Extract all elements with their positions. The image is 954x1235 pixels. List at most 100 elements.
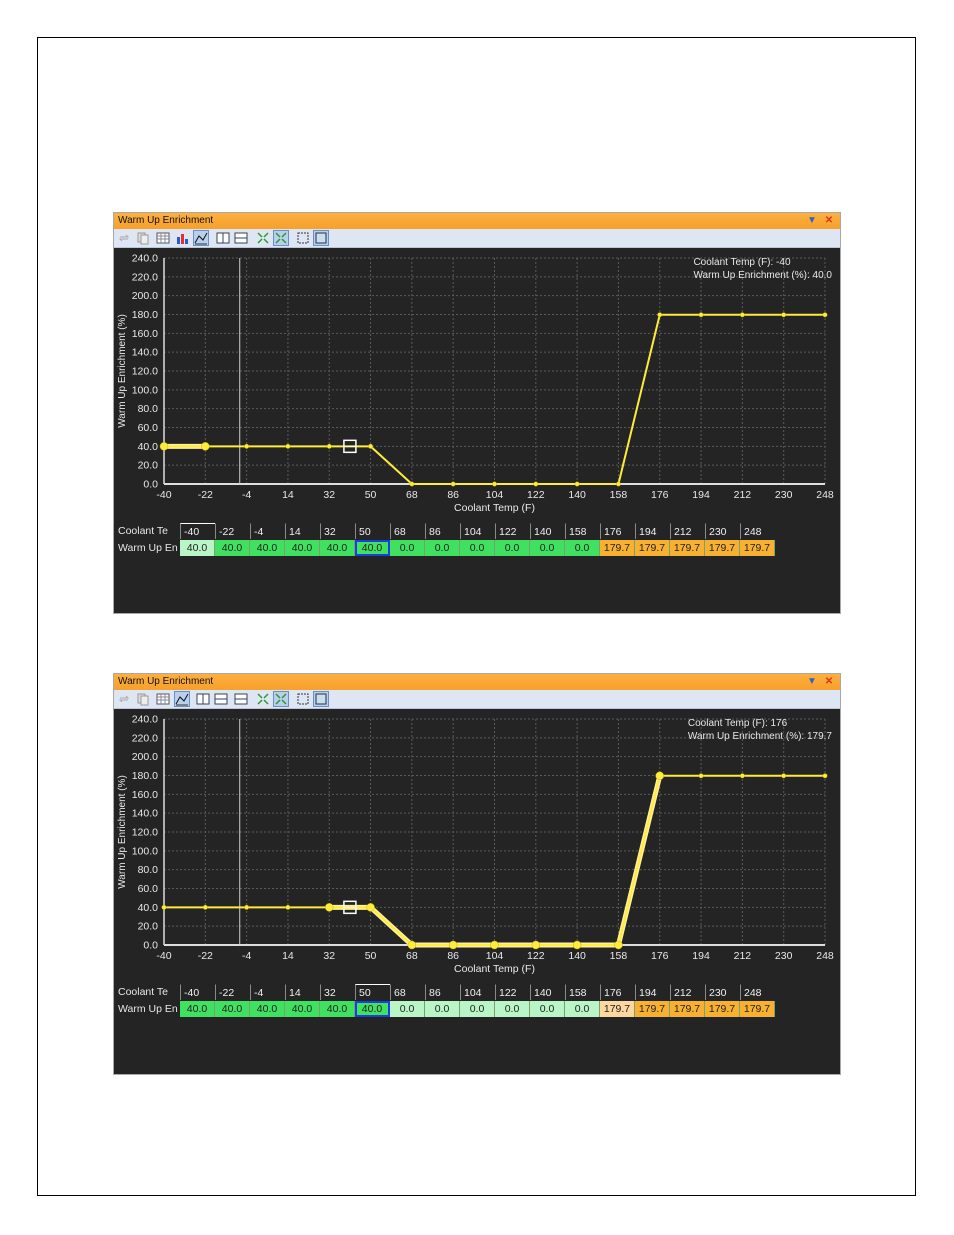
value-cell[interactable]: 179.7 (740, 1001, 775, 1017)
data-point[interactable] (201, 442, 210, 451)
data-point[interactable] (572, 940, 582, 950)
value-cell[interactable]: 40.0 (355, 1001, 390, 1017)
refresh-icon[interactable] (117, 231, 131, 245)
expand-icon[interactable] (273, 230, 289, 246)
data-point[interactable] (698, 773, 704, 779)
value-cell[interactable]: 179.7 (670, 540, 705, 556)
header-cell[interactable]: 140 (530, 523, 565, 539)
header-cell[interactable]: 50 (355, 984, 390, 1000)
data-point[interactable] (325, 903, 334, 912)
value-cell[interactable]: 40.0 (180, 1001, 215, 1017)
value-cell[interactable]: 0.0 (495, 540, 530, 556)
data-point[interactable] (326, 443, 332, 449)
header-cell[interactable]: 230 (705, 984, 740, 1000)
expand-icon[interactable] (273, 691, 289, 707)
data-point[interactable] (698, 312, 704, 318)
header-cell[interactable]: 86 (425, 523, 460, 539)
fit-view-icon[interactable] (313, 691, 329, 707)
data-point[interactable] (244, 443, 250, 449)
data-point[interactable] (657, 312, 663, 318)
split-horizontal-icon-2[interactable] (234, 692, 248, 706)
value-cell[interactable]: 0.0 (530, 540, 565, 556)
value-cell[interactable]: 40.0 (285, 540, 320, 556)
value-cell[interactable]: 179.7 (635, 540, 670, 556)
refresh-icon[interactable] (117, 692, 131, 706)
header-cell[interactable]: 50 (355, 523, 390, 539)
header-cell[interactable]: -22 (215, 984, 250, 1000)
panel-titlebar[interactable]: Warm Up Enrichment ▼ ✕ (114, 674, 840, 690)
data-point[interactable] (574, 481, 580, 487)
value-cell[interactable]: 0.0 (460, 1001, 495, 1017)
header-cell[interactable]: 230 (705, 523, 740, 539)
value-cell[interactable]: 40.0 (215, 540, 250, 556)
value-cell[interactable]: 40.0 (355, 540, 390, 556)
header-cell[interactable]: 212 (670, 523, 705, 539)
value-cell[interactable]: 40.0 (250, 1001, 285, 1017)
enrichment-chart[interactable]: 0.020.040.060.080.0100.0120.0140.0160.01… (114, 709, 840, 981)
split-horizontal-icon[interactable] (214, 692, 228, 706)
header-cell[interactable]: 158 (565, 984, 600, 1000)
close-icon[interactable]: ✕ (823, 215, 835, 227)
header-cell[interactable]: 32 (320, 984, 355, 1000)
data-point[interactable] (448, 940, 458, 950)
header-cell[interactable]: 32 (320, 523, 355, 539)
chart-area[interactable]: 0.0 20.0 40.0 60.0 80.0 100.0 120.0 140.0 160.0 1… (114, 709, 840, 981)
split-vertical-icon[interactable] (216, 231, 230, 245)
line-chart-icon[interactable] (193, 230, 209, 246)
select-region-icon[interactable] (296, 692, 310, 706)
shrink-icon[interactable] (256, 231, 270, 245)
value-cell[interactable]: 179.7 (600, 540, 635, 556)
enrichment-chart[interactable]: 0.020.040.060.080.0100.0120.0140.0160.01… (114, 248, 840, 520)
data-point[interactable] (822, 312, 828, 318)
header-cell[interactable]: 158 (565, 523, 600, 539)
table-view-icon[interactable] (156, 231, 170, 245)
close-icon[interactable]: ✕ (823, 676, 835, 688)
line-chart-icon[interactable] (174, 691, 190, 707)
data-point[interactable] (822, 773, 828, 779)
header-cell[interactable]: 68 (390, 523, 425, 539)
data-point[interactable] (490, 940, 499, 950)
copy-icon[interactable] (136, 231, 150, 245)
data-point[interactable] (533, 481, 539, 487)
value-cell[interactable]: 0.0 (460, 540, 495, 556)
table-view-icon[interactable] (156, 692, 170, 706)
data-point[interactable] (285, 443, 291, 449)
value-cell[interactable]: 0.0 (425, 1001, 460, 1017)
value-cell[interactable]: 0.0 (390, 540, 425, 556)
data-point[interactable] (781, 312, 787, 318)
value-cell[interactable]: 40.0 (320, 1001, 355, 1017)
header-cell[interactable]: 122 (495, 984, 530, 1000)
bar-chart-icon[interactable] (175, 231, 189, 245)
value-cell[interactable]: 40.0 (250, 540, 285, 556)
copy-icon[interactable] (136, 692, 150, 706)
data-point[interactable] (368, 443, 374, 449)
value-cell[interactable]: 40.0 (320, 540, 355, 556)
data-point[interactable] (450, 481, 456, 487)
header-cell[interactable]: -40 (180, 984, 215, 1000)
data-point[interactable] (531, 940, 541, 950)
data-point[interactable] (244, 904, 250, 910)
chart-area[interactable]: 0.0 20.0 40.0 60.0 80.0 100.0 120.0 140.0 160.0 1… (114, 248, 840, 520)
value-cell[interactable]: 40.0 (285, 1001, 320, 1017)
panel-titlebar[interactable]: Warm Up Enrichment ▼ ✕ (114, 213, 840, 229)
data-point[interactable] (285, 904, 291, 910)
select-region-icon[interactable] (296, 231, 310, 245)
data-point[interactable] (614, 940, 623, 950)
header-cell[interactable]: 104 (460, 523, 495, 539)
header-cell[interactable]: 14 (285, 523, 320, 539)
data-point[interactable] (407, 940, 417, 950)
dropdown-arrow-icon[interactable]: ▼ (806, 215, 818, 227)
data-point[interactable] (366, 903, 375, 912)
header-cell[interactable]: 140 (530, 984, 565, 1000)
header-cell[interactable]: -40 (180, 523, 215, 539)
data-point[interactable] (492, 481, 497, 487)
data-point[interactable] (781, 773, 787, 779)
data-point[interactable] (655, 771, 664, 781)
value-cell[interactable]: 179.7 (740, 540, 775, 556)
data-point[interactable] (739, 773, 745, 779)
data-point[interactable] (615, 481, 621, 487)
value-cell[interactable]: 179.7 (705, 1001, 740, 1017)
fit-view-icon[interactable] (313, 230, 329, 246)
header-cell[interactable]: 86 (425, 984, 460, 1000)
value-cell[interactable]: 0.0 (565, 1001, 600, 1017)
